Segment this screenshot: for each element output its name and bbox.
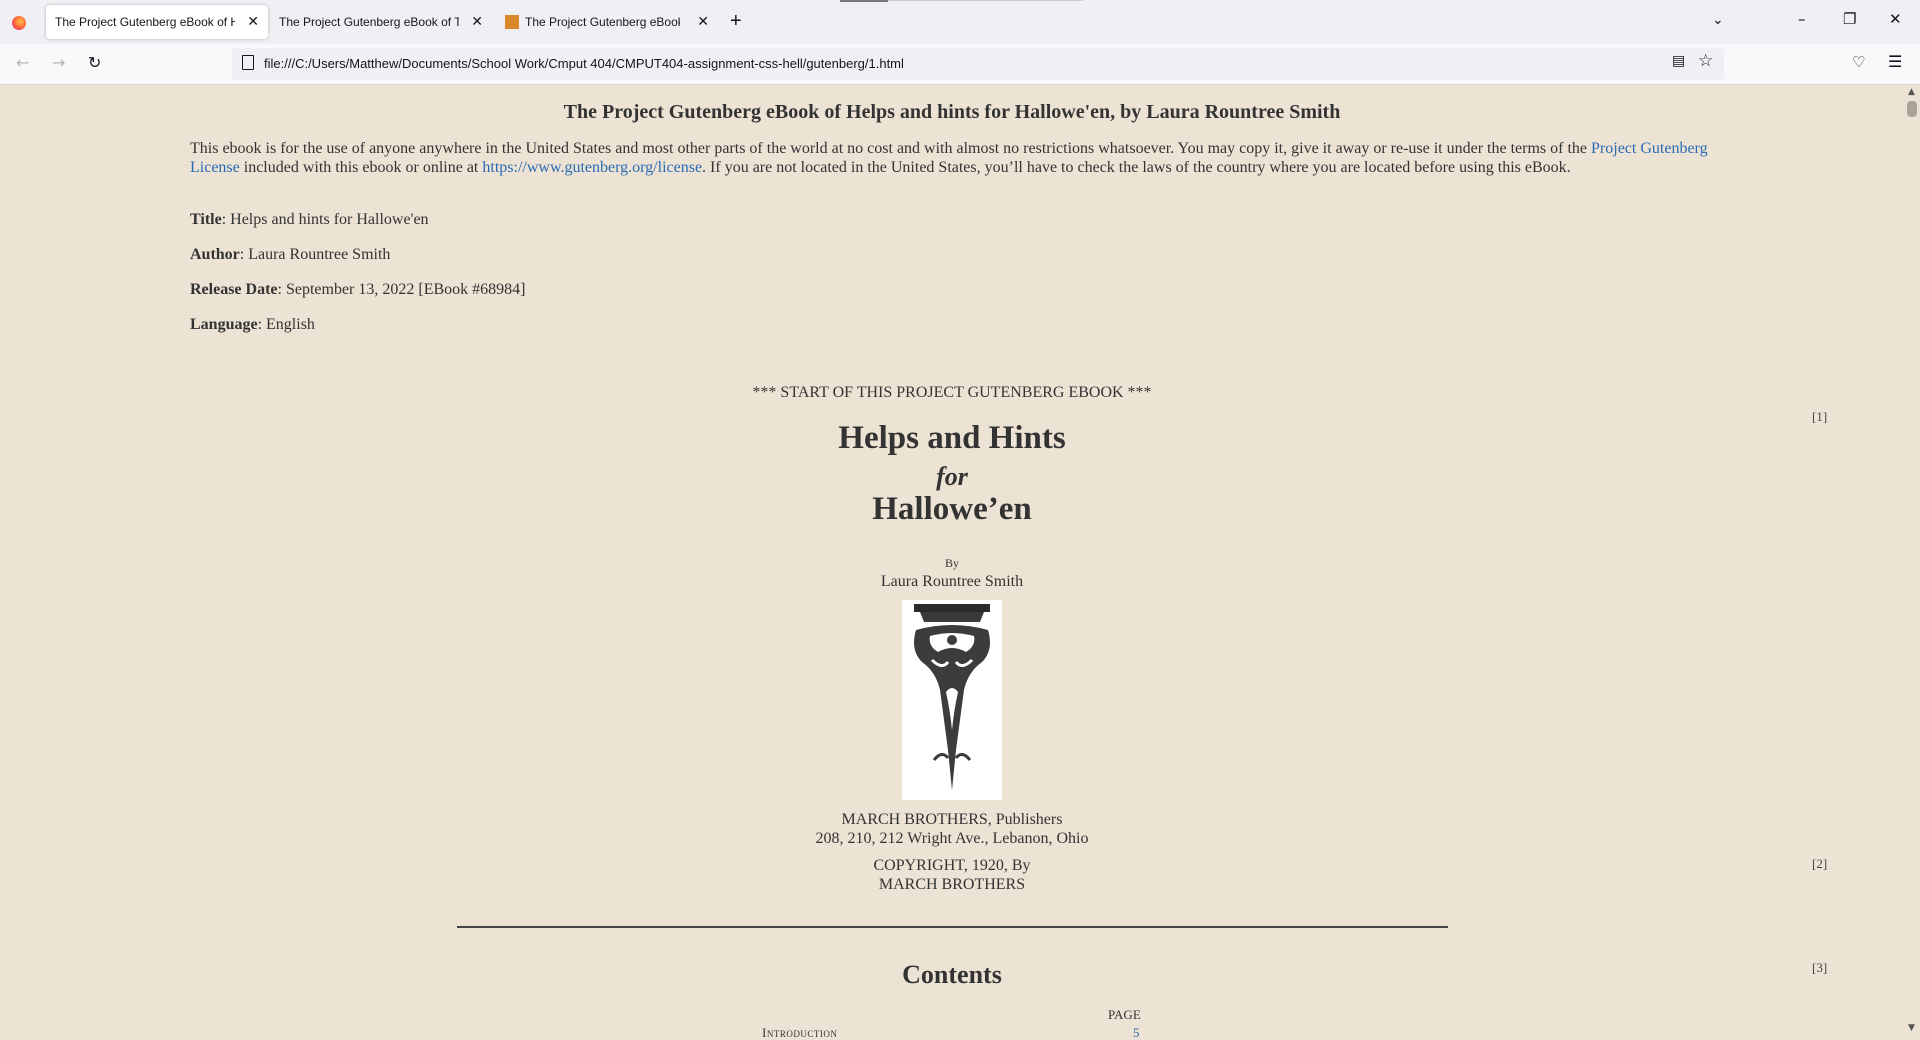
back-arrow-icon[interactable]: ←: [16, 53, 29, 72]
url-text[interactable]: file:///C:/Users/Matthew/Documents/Schoo…: [264, 56, 904, 71]
tab-helps-and-hints[interactable]: The Project Gutenberg eBook of Helps and…: [46, 5, 268, 39]
meta-value: : Laura Rountree Smith: [239, 246, 391, 263]
scroll-up-icon[interactable]: ▲: [1908, 87, 1915, 97]
meta-value: : English: [257, 316, 315, 333]
contents-heading: Contents: [902, 960, 1002, 989]
meta-release-date: Release Date: September 13, 2022 [EBook …: [190, 281, 525, 299]
tab-second-ebook[interactable]: The Project Gutenberg eBook of The ✕: [270, 5, 492, 39]
notice-text: This ebook is for the use of anyone anyw…: [190, 140, 1592, 157]
tab-bar: The Project Gutenberg eBook of Helps and…: [0, 0, 1920, 44]
meta-author: Author: Laura Rountree Smith: [190, 246, 390, 264]
page-content: The Project Gutenberg eBook of Helps and…: [0, 85, 1904, 1040]
page-number: [3]: [1812, 960, 1828, 975]
page-column-header: PAGE: [1108, 1007, 1141, 1022]
meta-label: Release Date: [190, 281, 278, 298]
firefox-logo-icon[interactable]: [12, 16, 26, 30]
favicon-icon: [505, 15, 519, 29]
tab-title: The Project Gutenberg eBook of The: [279, 15, 459, 29]
meta-title: Title: Helps and hints for Hallowe'en: [190, 211, 429, 229]
scroll-thumb[interactable]: [1907, 101, 1917, 117]
copyright-line: COPYRIGHT, 1920, By: [873, 857, 1031, 874]
meta-label: Language: [190, 316, 258, 333]
license-notice: This ebook is for the use of anyone anyw…: [190, 139, 1710, 177]
tab-title: The Project Gutenberg eBook of: [525, 15, 680, 29]
close-icon[interactable]: ✕: [697, 14, 709, 28]
toc-entry: Introduction: [762, 1025, 838, 1040]
publisher-address: 208, 210, 212 Wright Ave., Lebanon, Ohio: [815, 830, 1089, 847]
navigation-bar: ← → ↻ file:///C:/Users/Matthew/Documents…: [0, 44, 1920, 85]
tab-title: The Project Gutenberg eBook of Helps and…: [55, 15, 235, 29]
minimize-icon[interactable]: –: [1798, 10, 1806, 28]
page-icon: [242, 55, 254, 70]
publisher-name: MARCH BROTHERS, Publishers: [841, 811, 1063, 828]
author-name: Laura Rountree Smith: [880, 573, 1024, 590]
by-label: By: [944, 556, 959, 570]
address-bar[interactable]: file:///C:/Users/Matthew/Documents/Schoo…: [232, 48, 1724, 80]
toc-page-link[interactable]: 5: [1133, 1025, 1140, 1040]
page-title: The Project Gutenberg eBook of Helps and…: [563, 101, 1341, 123]
meta-label: Author: [190, 246, 240, 263]
ornament-image: [902, 600, 1002, 800]
new-tab-button[interactable]: +: [730, 10, 742, 33]
book-title-halloween: Hallowe’en: [872, 491, 1032, 527]
reader-view-icon[interactable]: ▤: [1672, 53, 1685, 69]
window-close-icon[interactable]: ✕: [1889, 10, 1902, 28]
loading-indicator: [840, 0, 888, 2]
close-icon[interactable]: ✕: [247, 14, 259, 28]
license-url-link[interactable]: https://www.gutenberg.org/license: [482, 159, 702, 176]
meta-language: Language: English: [190, 316, 315, 334]
book-title: Helps and Hints: [838, 420, 1066, 456]
restore-icon[interactable]: ❐: [1843, 10, 1856, 28]
divider: [457, 926, 1448, 928]
start-marker: *** START OF THIS PROJECT GUTENBERG EBOO…: [752, 384, 1152, 401]
page-number: [2]: [1812, 856, 1828, 871]
reload-icon[interactable]: ↻: [88, 53, 101, 72]
tab-third-ebook[interactable]: The Project Gutenberg eBook of ✕: [496, 5, 718, 39]
loading-track: [888, 0, 1083, 1]
scroll-down-icon[interactable]: ▼: [1908, 1023, 1915, 1033]
close-icon[interactable]: ✕: [471, 14, 483, 28]
scrollbar[interactable]: ▲ ▼: [1904, 85, 1920, 1040]
meta-value: : Helps and hints for Hallowe'en: [221, 211, 429, 228]
pocket-icon[interactable]: ♡: [1852, 53, 1865, 71]
copyright-holder: MARCH BROTHERS: [878, 876, 1026, 893]
forward-arrow-icon[interactable]: →: [52, 53, 65, 72]
notice-text: included with this ebook or online at: [239, 159, 483, 176]
book-title-for: for: [936, 462, 968, 491]
meta-label: Title: [190, 211, 222, 228]
notice-text: . If you are not located in the United S…: [702, 159, 1571, 176]
meta-value: : September 13, 2022 [EBook #68984]: [277, 281, 526, 298]
hamburger-menu-icon[interactable]: ☰: [1888, 52, 1902, 71]
chevron-down-icon[interactable]: ⌄: [1712, 12, 1724, 28]
star-icon[interactable]: ☆: [1698, 51, 1713, 71]
